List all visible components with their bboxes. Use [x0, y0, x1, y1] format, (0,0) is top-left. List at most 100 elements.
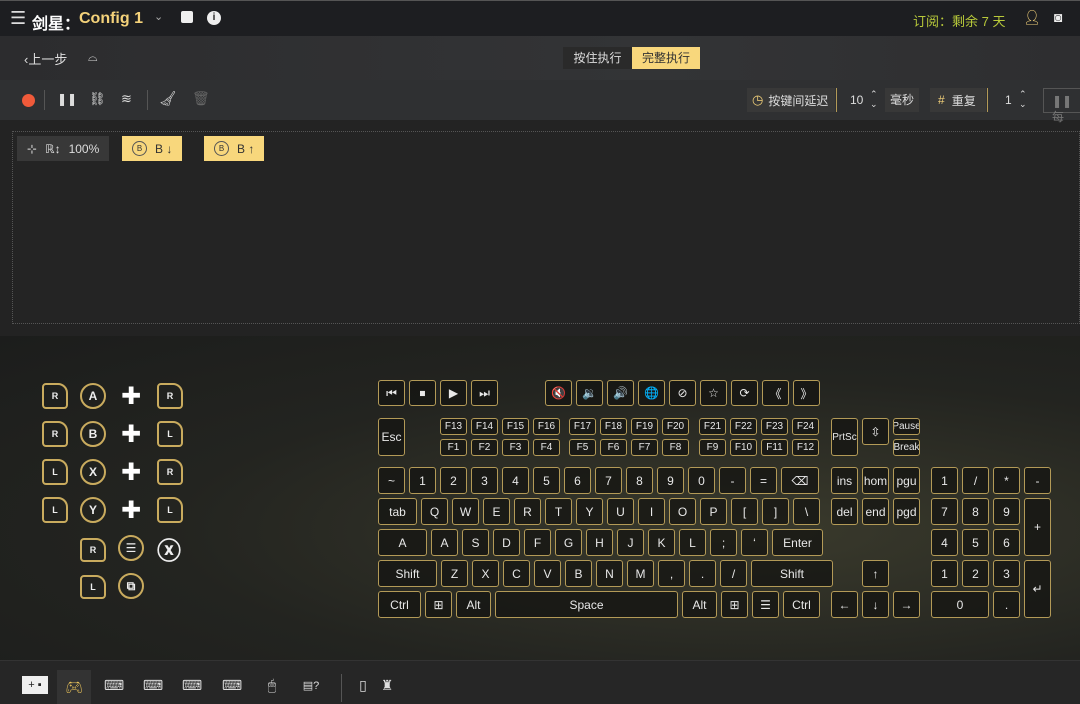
nav-key[interactable]: ins	[831, 467, 858, 494]
key-f[interactable]: F15	[502, 418, 529, 435]
repeat-stepper[interactable]: ⌃ ⌄	[1019, 89, 1027, 109]
numpad-key[interactable]: ↵	[1024, 560, 1051, 618]
numpad-key[interactable]: -	[1024, 467, 1051, 494]
nav-key[interactable]: ←	[831, 591, 858, 618]
key-break[interactable]: Break	[893, 439, 920, 456]
nav-key[interactable]: del	[831, 498, 858, 525]
key[interactable]: 3	[471, 467, 498, 494]
key[interactable]: Ctrl	[378, 591, 421, 618]
key[interactable]: T	[545, 498, 572, 525]
nav-key[interactable]: hom	[862, 467, 889, 494]
keyboard-icon[interactable]: ⌨	[140, 676, 166, 694]
numpad-key[interactable]: 1	[931, 467, 958, 494]
key[interactable]: ,	[658, 560, 685, 587]
media-key[interactable]: 🔉	[576, 380, 603, 406]
key[interactable]: [	[731, 498, 758, 525]
media-key[interactable]: ⟳	[731, 380, 758, 406]
key-f[interactable]: F4	[533, 439, 560, 456]
mode-full[interactable]: 完整执行	[632, 47, 700, 69]
key[interactable]: .	[689, 560, 716, 587]
numpad-key[interactable]: 4	[931, 529, 958, 556]
chevron-down-icon[interactable]: ⌄	[154, 10, 163, 23]
stick-press[interactable]: L	[42, 497, 68, 523]
nav-key[interactable]: ↓	[862, 591, 889, 618]
dpad-icon[interactable]: ✚	[118, 383, 144, 410]
key-f[interactable]: F1	[440, 439, 467, 456]
key[interactable]: Q	[421, 498, 448, 525]
key[interactable]: J	[617, 529, 644, 556]
key[interactable]: 4	[502, 467, 529, 494]
key-f[interactable]: F3	[502, 439, 529, 456]
numpad-key[interactable]: +	[1024, 498, 1051, 556]
key[interactable]: Alt	[682, 591, 717, 618]
key[interactable]: Shift	[378, 560, 437, 587]
numpad-key[interactable]: .	[993, 591, 1020, 618]
key[interactable]: Enter	[772, 529, 823, 556]
bumper-button[interactable]: L	[157, 497, 183, 523]
nav-key[interactable]: ↑	[862, 560, 889, 587]
key[interactable]: ]	[762, 498, 789, 525]
nav-key[interactable]: →	[893, 591, 920, 618]
key[interactable]: F	[524, 529, 551, 556]
bumper-button[interactable]: R	[157, 459, 183, 485]
key-f[interactable]: F23	[761, 418, 788, 435]
key[interactable]: =	[750, 467, 777, 494]
media-key[interactable]: 🔊	[607, 380, 634, 406]
key[interactable]: ☰	[752, 591, 779, 618]
key-f[interactable]: F9	[699, 439, 726, 456]
key[interactable]: S	[462, 529, 489, 556]
key-f[interactable]: F20	[662, 418, 689, 435]
key[interactable]: ;	[710, 529, 737, 556]
numpad-key[interactable]: 6	[993, 529, 1020, 556]
key[interactable]: N	[596, 560, 623, 587]
key[interactable]: Ctrl	[783, 591, 820, 618]
key-f[interactable]: F13	[440, 418, 467, 435]
key[interactable]: 7	[595, 467, 622, 494]
support-icon[interactable]: ◙	[1054, 9, 1062, 25]
key[interactable]: H	[586, 529, 613, 556]
unlink-icon[interactable]: ⛓	[89, 91, 106, 107]
trigger-button[interactable]: L	[80, 575, 106, 599]
key[interactable]: 5	[533, 467, 560, 494]
key[interactable]: X	[472, 560, 499, 587]
key[interactable]: ⊞	[425, 591, 452, 618]
dpad-icon[interactable]: ✚	[118, 459, 144, 486]
key[interactable]: V	[534, 560, 561, 587]
key-scroll-lock[interactable]: ⇳	[862, 418, 889, 445]
numpad-key[interactable]: /	[962, 467, 989, 494]
media-key[interactable]: ▶	[440, 380, 467, 406]
key[interactable]: 1	[409, 467, 436, 494]
key[interactable]: M	[627, 560, 654, 587]
key[interactable]: G	[555, 529, 582, 556]
broom-icon[interactable]: 🧹︎	[159, 90, 177, 107]
key-f[interactable]: F16	[533, 418, 560, 435]
key-f[interactable]: F11	[761, 439, 788, 456]
nav-key[interactable]: pgd	[893, 498, 920, 525]
face-button[interactable]: Y	[80, 497, 106, 523]
key[interactable]: A	[378, 529, 427, 556]
key[interactable]: Z	[441, 560, 468, 587]
menu-button-icon[interactable]: ☰	[118, 535, 144, 561]
key[interactable]: W	[452, 498, 479, 525]
key[interactable]: L	[679, 529, 706, 556]
delay-input[interactable]: 10	[850, 93, 863, 107]
key[interactable]: 8	[626, 467, 653, 494]
shoe-icon[interactable]: ⌓	[88, 50, 98, 65]
dpad-icon[interactable]: ✚	[118, 497, 144, 524]
bumper-button[interactable]: L	[157, 421, 183, 447]
key-pause[interactable]: Pause	[893, 418, 920, 435]
numpad-key[interactable]: 9	[993, 498, 1020, 525]
key[interactable]: U	[607, 498, 634, 525]
pause-icon[interactable]: ❚❚	[57, 92, 77, 106]
key[interactable]: ~	[378, 467, 405, 494]
key[interactable]: 2	[440, 467, 467, 494]
gamepad-bluetooth-icon[interactable]: 🎮︎	[57, 670, 91, 704]
macro-step[interactable]: B B ↑	[204, 136, 265, 161]
face-button[interactable]: X	[80, 459, 106, 485]
macro-step[interactable]: B B ↓	[122, 136, 183, 161]
key-f[interactable]: F12	[792, 439, 819, 456]
face-button[interactable]: B	[80, 421, 106, 447]
xbox-icon[interactable]: ⓧ	[156, 535, 182, 565]
key[interactable]: P	[700, 498, 727, 525]
key[interactable]: Y	[576, 498, 603, 525]
